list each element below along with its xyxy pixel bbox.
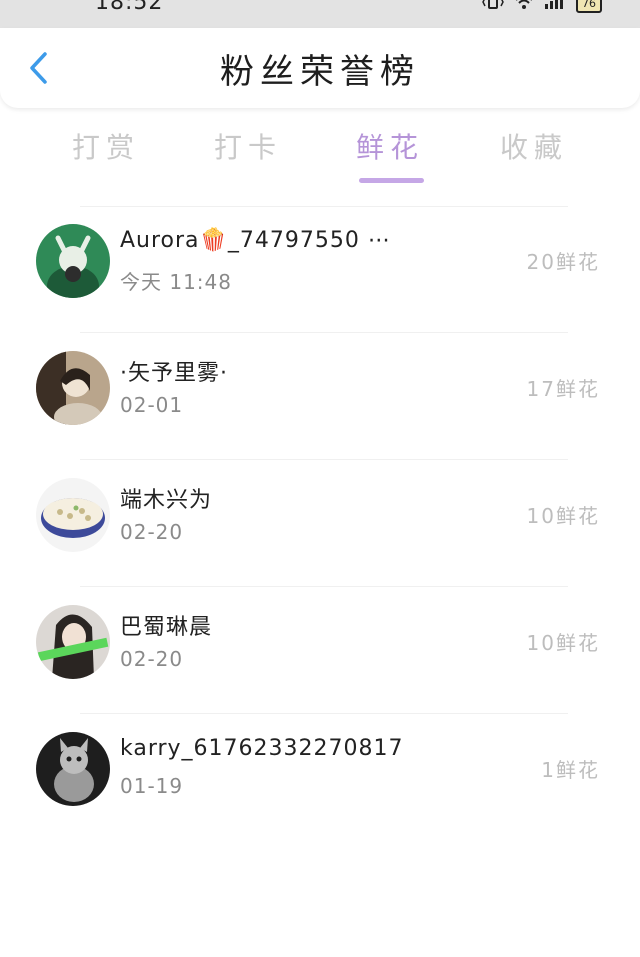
tab-flowers[interactable]: 鲜花 [330,118,450,178]
avatar[interactable] [36,224,110,298]
status-time: 18:52 [95,0,164,15]
fan-name: karry_61762332270817 [120,736,404,761]
flower-count: 10鲜花 [526,504,600,528]
fan-date: 01-19 [120,774,184,798]
tab-bar: 打赏 打卡 鲜花 收藏 [0,118,640,188]
avatar[interactable] [36,351,110,425]
avatar[interactable] [36,605,110,679]
flower-count: 1鲜花 [541,758,600,782]
tab-favorites[interactable]: 收藏 [474,118,594,178]
list-item[interactable]: karry_61762332270817 01-19 1鲜花 [0,714,640,841]
battery-icon: 76 [576,0,602,13]
status-bar: 18:52 76 [0,0,640,28]
tab-checkin[interactable]: 打卡 [188,118,308,178]
signal-icon [544,0,566,13]
fan-name: ·矢予里雾· [120,361,228,386]
active-tab-indicator [359,178,424,183]
status-icons: 76 [482,0,602,13]
tab-reward[interactable]: 打赏 [46,118,166,178]
header: 粉丝荣誉榜 [0,28,640,108]
flower-count: 20鲜花 [526,250,600,274]
fan-date: 02-01 [120,393,184,417]
fan-name: 端木兴为 [120,488,213,513]
avatar[interactable] [36,732,110,806]
fan-name: Aurora🍿_74797550 ⋯ [120,228,391,253]
list-item[interactable]: 巴蜀琳晨 02-20 10鲜花 [0,587,640,714]
wifi-icon [514,0,534,13]
vibrate-icon [482,0,504,13]
avatar[interactable] [36,478,110,552]
list-item[interactable]: 端木兴为 02-20 10鲜花 [0,460,640,587]
flower-count: 17鲜花 [526,377,600,401]
fan-date: 02-20 [120,520,184,544]
page-title: 粉丝荣誉榜 [220,52,420,92]
list-item[interactable]: ·矢予里雾· 02-01 17鲜花 [0,333,640,460]
fan-name: 巴蜀琳晨 [120,615,213,640]
fan-date: 02-20 [120,647,184,671]
flower-count: 10鲜花 [526,631,600,655]
list-item[interactable]: Aurora🍿_74797550 ⋯ 今天 11:48 20鲜花 [0,206,640,333]
fan-date: 今天 11:48 [120,270,232,294]
